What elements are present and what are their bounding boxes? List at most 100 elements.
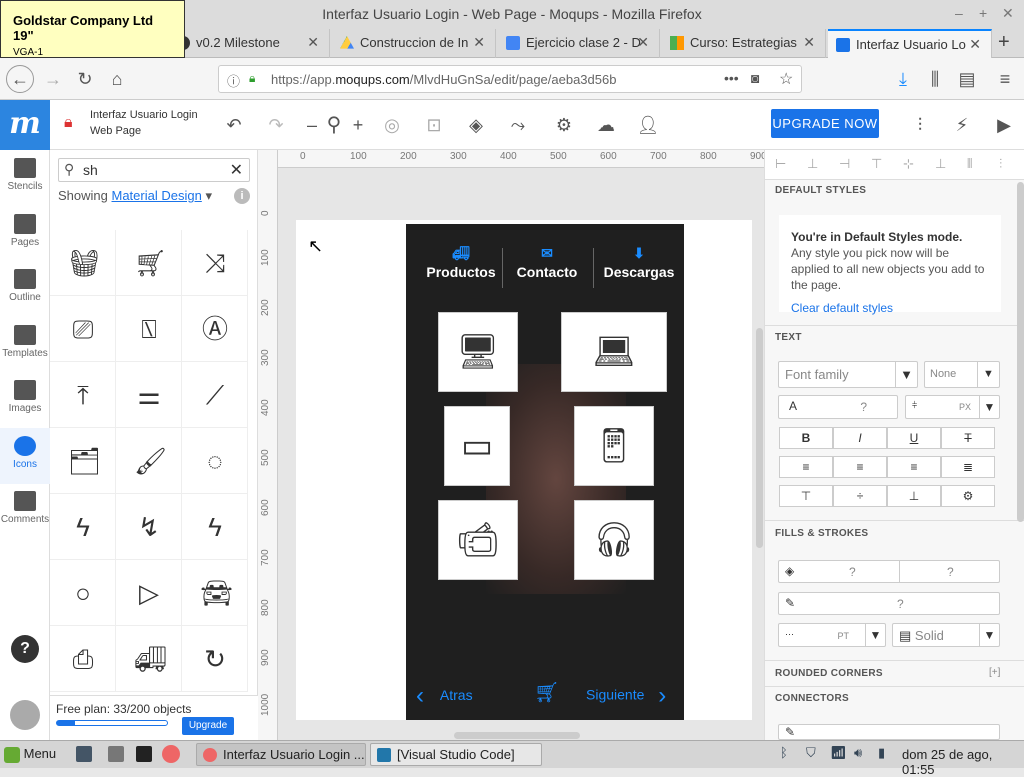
terminal-icon[interactable]	[136, 746, 152, 762]
product-tablet[interactable]: ▭	[444, 406, 510, 486]
stroke-style-select[interactable]: ▤ Solid ▼	[892, 623, 1000, 647]
redo-icon[interactable]: ↷	[264, 113, 288, 137]
hamburger-menu-icon[interactable]: ≡	[992, 66, 1018, 92]
align-text-center-button[interactable]: ≡	[833, 456, 887, 478]
icon-cell[interactable]: Ⓐ	[182, 296, 248, 362]
canvas[interactable]: 🚚︎ Productos ✉ Contacto ⬇ Descargas 🖥︎ 💻︎ ▭…	[278, 168, 764, 740]
cart-icon[interactable]: 🛒︎	[534, 680, 559, 705]
font-weight-select[interactable]: None ▼	[924, 361, 1000, 388]
icon-cell[interactable]: 🚚︎	[116, 626, 182, 692]
align-left-icon[interactable]: ⊢	[775, 156, 786, 172]
document-name[interactable]: Interfaz Usuario Login Web Page	[90, 107, 198, 139]
library-link[interactable]: Material Design	[112, 188, 202, 203]
lock-icon[interactable]: 🔒︎	[64, 114, 73, 132]
font-size-input[interactable]: A?	[778, 395, 898, 419]
product-smartphone[interactable]: 📱︎	[574, 406, 654, 486]
network-icon[interactable]: 📶︎	[830, 745, 847, 761]
rail-images[interactable]: Images	[0, 372, 50, 428]
start-menu[interactable]: Menu	[4, 746, 56, 763]
nav-contacto[interactable]: ✉ Contacto	[506, 246, 588, 280]
volume-icon[interactable]: 🔊︎	[854, 745, 862, 761]
battery-icon[interactable]: ▮	[878, 745, 885, 761]
minimize-button[interactable]: –	[955, 5, 963, 21]
reload-button[interactable]: ↻	[72, 66, 98, 92]
font-family-select[interactable]: Font family ▼	[778, 361, 918, 388]
moqups-logo[interactable]: m	[0, 100, 50, 150]
icon-cell[interactable]: 🗂︎	[50, 428, 116, 494]
close-tab-icon[interactable]: ✕	[473, 34, 485, 51]
task-vscode[interactable]: [Visual Studio Code]	[370, 743, 542, 766]
close-tab-icon[interactable]: ✕	[803, 34, 815, 51]
distribute-vertical-icon[interactable]: ⫶	[999, 156, 1002, 172]
icon-cell[interactable]: ⎙	[50, 626, 116, 692]
share-users-icon[interactable]: 👤︎	[636, 113, 660, 137]
upgrade-button[interactable]: Upgrade	[182, 717, 234, 735]
italic-button[interactable]: I	[833, 427, 887, 449]
bookmark-star-icon[interactable]: ☆	[779, 69, 793, 89]
icon-cell[interactable]: 🧺︎	[50, 230, 116, 296]
clear-search-icon[interactable]: ✕	[230, 160, 243, 180]
mobile-mockup[interactable]: 🚚︎ Productos ✉ Contacto ⬇ Descargas 🖥︎ 💻︎ ▭…	[406, 224, 684, 720]
icon-cell[interactable]: ϟ	[50, 494, 116, 560]
nav-productos[interactable]: 🚚︎ Productos	[416, 246, 506, 280]
maximize-button[interactable]: +	[979, 5, 987, 21]
close-tab-icon[interactable]: ✕	[637, 34, 649, 51]
tab-ejercicio[interactable]: Ejercicio clase 2 - D ✕	[498, 29, 660, 58]
adjustments-icon[interactable]: ⫶	[908, 113, 932, 137]
tab-curso[interactable]: Curso: Estrategias ✕	[662, 29, 826, 58]
align-middle-icon[interactable]: ⊹	[903, 156, 914, 172]
rail-icons[interactable]: Icons	[0, 428, 50, 484]
page-actions-icon[interactable]: •••	[724, 70, 739, 86]
forward-button[interactable]: →	[40, 66, 66, 92]
icon-cell[interactable]: ▷	[116, 560, 182, 626]
undo-icon[interactable]: ↶	[222, 113, 246, 137]
avatar[interactable]	[10, 700, 40, 730]
align-bottom-icon[interactable]: ⊥	[935, 156, 946, 172]
zoom-icon[interactable]: ⚲	[322, 113, 346, 137]
icon-cell[interactable]: 🖌︎	[116, 428, 182, 494]
product-tablet-keyboard[interactable]: 💻︎	[561, 312, 667, 392]
sidebar-icon[interactable]: ▤	[954, 66, 980, 92]
lightning-icon[interactable]: ⚡︎	[950, 113, 974, 137]
library-icon[interactable]: ⫼	[922, 66, 948, 92]
horizontal-scrollbar[interactable]	[454, 732, 580, 739]
icon-cell[interactable]: ⎚	[50, 296, 116, 362]
product-video-conference[interactable]: 📹︎	[438, 500, 518, 580]
rail-stencils[interactable]: Stencils	[0, 150, 50, 206]
align-top-icon[interactable]: ⊤	[871, 156, 882, 172]
nav-descargas[interactable]: ⬇ Descargas	[598, 246, 680, 280]
info-icon[interactable]: i	[234, 188, 250, 204]
icon-cell[interactable]: ⚌	[116, 362, 182, 428]
zoom-out-icon[interactable]: –	[300, 113, 324, 137]
next-link[interactable]: Siguiente ›	[586, 682, 666, 710]
connector-input[interactable]: ✎	[778, 724, 1000, 740]
rail-outline[interactable]: Outline	[0, 261, 50, 317]
product-desktop-pc[interactable]: 🖥︎	[438, 312, 518, 392]
info-icon[interactable]: ⓘ	[227, 71, 240, 90]
icon-cell[interactable]: ↯	[116, 494, 182, 560]
icon-cell[interactable]: 🚘︎	[182, 560, 248, 626]
download-icon[interactable]: ⤓	[890, 66, 916, 92]
vertical-scrollbar[interactable]	[756, 328, 763, 548]
cloud-download-icon[interactable]: ☁	[594, 113, 618, 137]
distribute-horizontal-icon[interactable]: ⫴	[967, 156, 972, 172]
new-tab-button[interactable]: +	[998, 31, 1010, 54]
valign-bottom-button[interactable]: ⊥	[887, 485, 941, 507]
home-button[interactable]: ⌂	[104, 66, 130, 92]
icon-cell[interactable]: ↻	[182, 626, 248, 692]
task-firefox[interactable]: Interfaz Usuario Login ...	[196, 743, 366, 766]
icon-cell[interactable]: 🛒︎	[116, 230, 182, 296]
firefox-icon[interactable]	[162, 745, 180, 763]
close-tab-icon[interactable]: ✕	[307, 34, 319, 51]
pocket-icon[interactable]: ◙	[751, 70, 759, 86]
clock[interactable]: dom 25 de ago, 01:55	[902, 747, 1024, 777]
valign-middle-button[interactable]: ÷	[833, 485, 887, 507]
rail-templates[interactable]: Templates	[0, 317, 50, 373]
url-bar[interactable]: ⓘ 🔒︎ https://app.moqups.com/MlvdHuGnSa/e…	[218, 65, 802, 93]
rail-comments[interactable]: Comments	[0, 483, 50, 539]
layers-icon[interactable]: ◈	[464, 113, 488, 137]
back-button[interactable]: ←	[6, 65, 34, 93]
shield-icon[interactable]: ⛉	[806, 745, 816, 761]
close-window-button[interactable]: ✕	[1002, 5, 1014, 22]
underline-button[interactable]: U	[887, 427, 941, 449]
